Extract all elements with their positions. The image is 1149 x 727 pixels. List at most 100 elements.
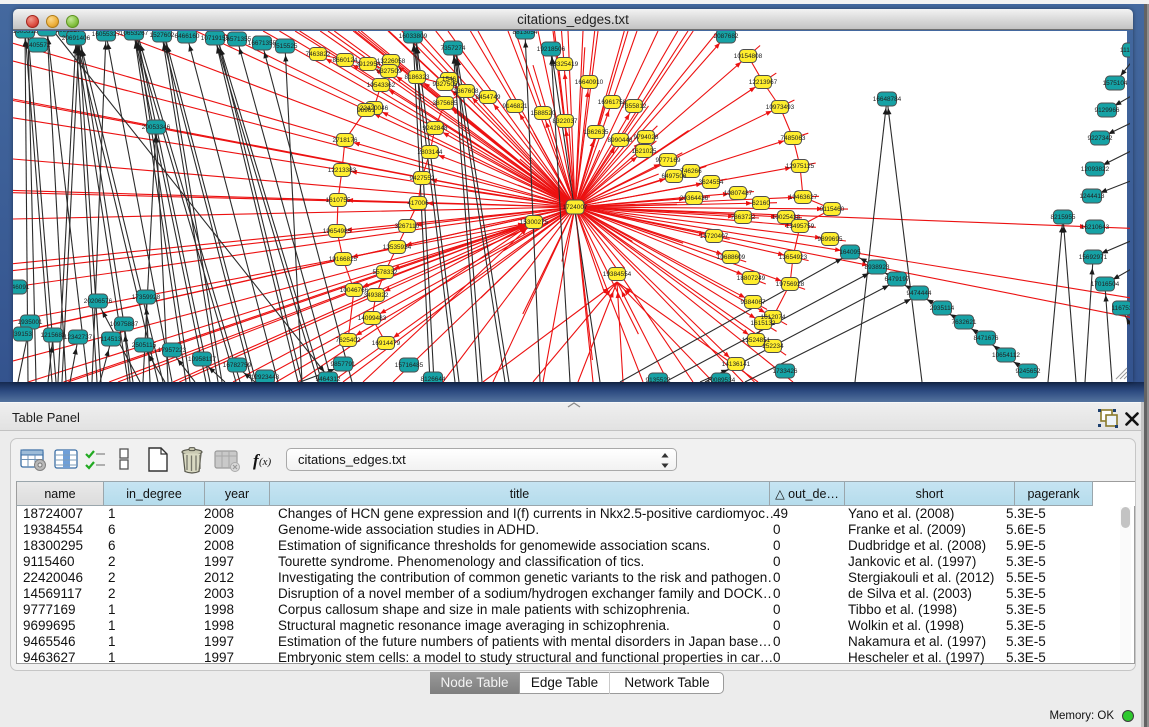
svg-text:7632621: 7632621 xyxy=(952,319,977,326)
svg-text:9135522: 9135522 xyxy=(646,377,671,382)
svg-text:14099483: 14099483 xyxy=(358,315,387,322)
svg-text:7625402: 7625402 xyxy=(336,337,361,344)
svg-text:3624554: 3624554 xyxy=(699,179,724,186)
svg-text:9242848: 9242848 xyxy=(423,125,448,132)
svg-text:19463627: 19463627 xyxy=(789,194,818,201)
svg-text:1117352: 1117352 xyxy=(1120,47,1130,54)
svg-text:9384067: 9384067 xyxy=(741,299,766,306)
svg-text:1733426: 1733426 xyxy=(773,368,798,375)
svg-text:8322037: 8322037 xyxy=(553,118,578,125)
svg-text:16914479: 16914479 xyxy=(372,340,401,347)
svg-text:9777169: 9777169 xyxy=(656,157,681,164)
svg-text:20691406: 20691406 xyxy=(62,35,91,42)
svg-text:15720407: 15720407 xyxy=(700,233,729,240)
svg-text:9474444: 9474444 xyxy=(907,290,932,297)
svg-text:10688609: 10688609 xyxy=(717,254,746,261)
svg-text:15692971: 15692971 xyxy=(1079,254,1108,261)
svg-text:13495759: 13495759 xyxy=(786,223,815,230)
svg-text:16055327: 16055327 xyxy=(92,31,121,38)
svg-text:10807487: 10807487 xyxy=(724,190,753,197)
svg-text:417006: 417006 xyxy=(407,200,429,207)
svg-text:9857791: 9857791 xyxy=(331,361,356,368)
svg-text:8471676: 8471676 xyxy=(974,335,999,342)
svg-text:17016504: 17016504 xyxy=(1091,281,1120,288)
svg-text:7863722: 7863722 xyxy=(731,214,756,221)
svg-text:2935114: 2935114 xyxy=(930,305,955,312)
svg-text:7463822: 7463822 xyxy=(306,51,331,58)
svg-text:9129966: 9129966 xyxy=(1095,107,1120,114)
svg-text:39153: 39153 xyxy=(14,331,32,338)
svg-text:10089534: 10089534 xyxy=(707,377,736,382)
svg-text:9327505: 9327505 xyxy=(433,81,458,88)
svg-text:10654112: 10654112 xyxy=(992,352,1020,359)
svg-text:19218506: 19218506 xyxy=(537,46,566,53)
svg-text:13654923: 13654923 xyxy=(779,254,808,261)
svg-text:12213967: 12213967 xyxy=(749,79,778,86)
svg-text:9327509: 9327509 xyxy=(377,68,402,75)
svg-text:1575104: 1575104 xyxy=(1103,80,1128,87)
svg-text:2718176: 2718176 xyxy=(333,137,358,144)
svg-text:8215955: 8215955 xyxy=(1051,214,1076,221)
svg-text:20364436: 20364436 xyxy=(680,195,709,202)
svg-text:16648784: 16648784 xyxy=(873,96,902,103)
svg-text:7357274: 7357274 xyxy=(441,45,466,52)
svg-text:8813054: 8813054 xyxy=(513,31,538,36)
svg-text:252234: 252234 xyxy=(762,343,784,350)
svg-text:9794028: 9794028 xyxy=(634,134,659,141)
svg-text:9115460: 9115460 xyxy=(820,206,845,213)
svg-text:19654985: 19654985 xyxy=(323,228,352,235)
svg-text:9245652: 9245652 xyxy=(1016,368,1041,375)
svg-text:16210643: 16210643 xyxy=(1081,224,1110,231)
svg-text:3493822: 3493822 xyxy=(364,292,389,299)
svg-text:1610755: 1610755 xyxy=(326,197,351,204)
svg-text:1615132: 1615132 xyxy=(751,320,776,327)
svg-text:1621025: 1621025 xyxy=(632,148,657,155)
svg-text:5578332: 5578332 xyxy=(373,269,398,276)
svg-text:2646091: 2646091 xyxy=(13,284,30,291)
svg-text:2803144: 2803144 xyxy=(418,149,443,156)
svg-text:8186323: 8186323 xyxy=(405,74,430,81)
svg-text:9464312: 9464312 xyxy=(316,376,341,382)
svg-text:1362635: 1362635 xyxy=(584,129,609,136)
svg-text:18807249: 18807249 xyxy=(737,275,766,282)
svg-text:10975887: 10975887 xyxy=(110,321,139,328)
svg-text:1724007: 1724007 xyxy=(563,204,588,211)
svg-text:7355812: 7355812 xyxy=(622,103,647,110)
svg-text:10653267: 10653267 xyxy=(120,31,149,37)
svg-text:12342737: 12342737 xyxy=(64,334,93,341)
svg-text:9427552: 9427552 xyxy=(410,175,435,182)
svg-text:10025438: 10025438 xyxy=(772,214,801,221)
svg-text:10973493: 10973493 xyxy=(766,104,795,111)
svg-text:1588520: 1588520 xyxy=(531,110,556,117)
svg-text:6479197: 6479197 xyxy=(885,276,910,283)
svg-text:2505115: 2505115 xyxy=(132,342,157,349)
svg-text:8990448: 8990448 xyxy=(608,137,633,144)
svg-text:9227342: 9227342 xyxy=(1088,135,1113,142)
svg-text:10958117: 10958117 xyxy=(188,356,216,363)
svg-text:1527602: 1527602 xyxy=(150,32,175,39)
svg-text:114513: 114513 xyxy=(101,336,122,343)
svg-text:3267110: 3267110 xyxy=(395,223,420,230)
svg-text:98961: 98961 xyxy=(357,107,375,114)
svg-text:8660124: 8660124 xyxy=(333,57,358,64)
svg-text:164095: 164095 xyxy=(839,249,861,256)
svg-text:13535934: 13535934 xyxy=(383,244,412,251)
svg-text:16640910: 16640910 xyxy=(575,79,604,86)
svg-text:12213383: 12213383 xyxy=(328,167,357,174)
svg-text:9146821: 9146821 xyxy=(503,103,528,110)
svg-text:10543362: 10543362 xyxy=(367,82,396,89)
svg-text:19384554: 19384554 xyxy=(603,271,632,278)
svg-text:15716485: 15716485 xyxy=(395,362,424,369)
svg-text:1405572: 1405572 xyxy=(26,42,51,49)
svg-text:12093822: 12093822 xyxy=(1081,166,1110,173)
svg-text:19756928: 19756928 xyxy=(776,281,805,288)
svg-text:16033809: 16033809 xyxy=(399,33,428,40)
svg-text:17359928: 17359928 xyxy=(132,294,161,301)
svg-text:12975125: 12975125 xyxy=(786,163,815,170)
svg-text:1955327: 1955327 xyxy=(56,31,81,34)
svg-text:1244413: 1244413 xyxy=(1080,193,1105,200)
svg-text:746266: 746266 xyxy=(680,168,702,175)
svg-text:8126644: 8126644 xyxy=(421,376,446,382)
svg-text:20206576: 20206576 xyxy=(84,298,113,305)
svg-text:14136141: 14136141 xyxy=(722,361,751,368)
